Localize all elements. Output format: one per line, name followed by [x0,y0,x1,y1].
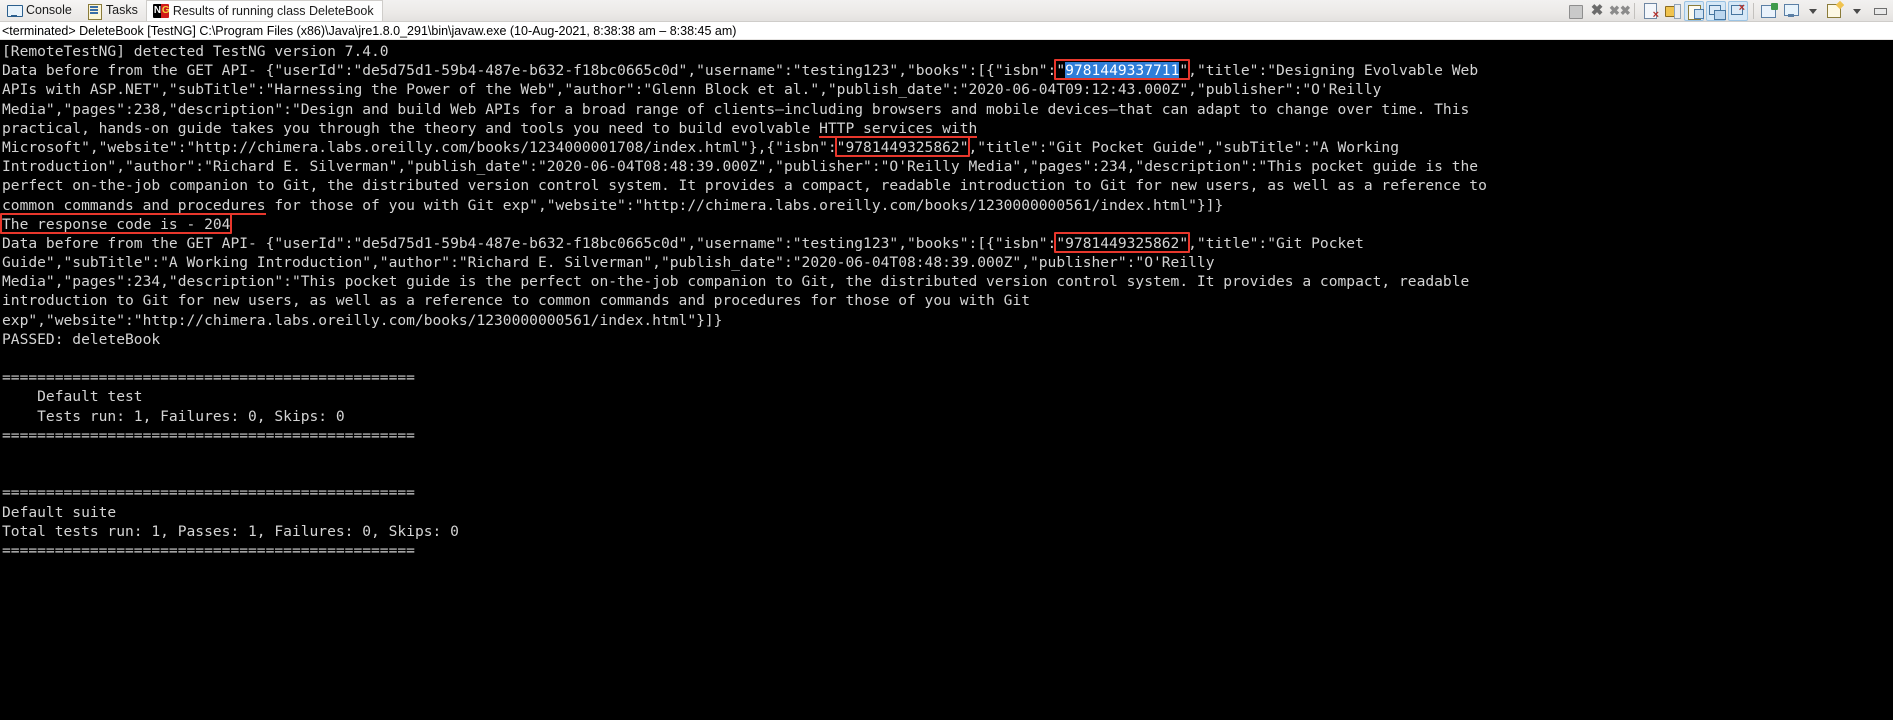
toolbar-separator-1 [1634,3,1635,19]
tab-tasks-label: Tasks [105,3,138,17]
console-line: introduction to Git for new users, as we… [2,292,1030,310]
console-line: Guide","subTitle":"A Working Introductio… [2,254,1215,272]
console-line: Media","pages":238,"description":"Design… [2,100,1470,118]
console-view-tabbar: Console Tasks NG Results of running clas… [0,0,1893,22]
testng-icon: NG [152,3,170,19]
pin-console-button[interactable] [1759,1,1779,21]
console-line: exp","website":"http://chimera.labs.orei… [2,311,723,329]
selected-isbn-highlight: 9781449337711 [1065,62,1180,80]
remove-all-terminated-button[interactable]: ✖✖ [1609,1,1631,21]
tab-testng-results-label: Results of running class DeleteBook [172,3,374,18]
scroll-lock-button[interactable] [1662,1,1682,21]
console-toolbar: ✖ ✖✖ [1565,0,1889,22]
console-line: Introduction","author":"Richard E. Silve… [2,158,1479,176]
display-console-dropdown[interactable] [1803,1,1823,21]
console-line: practical, hands-on guide takes you thro… [2,119,978,137]
tab-testng-results[interactable]: NG Results of running class DeleteBook [145,0,383,21]
console-line: ========================================… [2,369,415,387]
console-line: PASSED: deleteBook [2,330,161,348]
console-line: Microsoft","website":"http://chimera.lab… [2,138,1400,156]
tab-tasks[interactable]: Tasks [79,0,146,21]
display-selected-console-button[interactable] [1781,1,1801,21]
show-console-on-output-button[interactable] [1706,1,1726,21]
console-line: ========================================… [2,484,415,502]
console-line: common commands and procedures for those… [2,196,1224,214]
console-line: perfect on-the-job companion to Git, the… [2,177,1487,195]
console-line: Default test [2,388,143,406]
tasks-icon [86,3,102,20]
toolbar-separator-2 [1753,3,1754,19]
minimize-view-button[interactable] [1869,1,1889,21]
show-console-on-error-button[interactable] [1728,1,1748,21]
open-console-button[interactable] [1825,1,1845,21]
console-line: The response code is - 204 [2,215,231,233]
tab-console-label: Console [26,3,72,17]
console-line: Default suite [2,503,117,521]
console-line: Data before from the GET API- {"userId":… [2,62,1479,80]
console-line: APIs with ASP.NET","subTitle":"Harnessin… [2,81,1382,99]
word-wrap-button[interactable] [1684,1,1704,21]
process-header: <terminated> DeleteBook [TestNG] C:\Prog… [0,22,1893,40]
terminate-button[interactable] [1565,1,1585,21]
console-icon [6,3,23,19]
console-line: ========================================… [2,426,415,444]
console-output[interactable]: [RemoteTestNG] detected TestNG version 7… [0,40,1893,719]
console-line: ========================================… [2,541,415,559]
console-line: Tests run: 1, Failures: 0, Skips: 0 [2,407,345,425]
clear-console-button[interactable] [1640,1,1660,21]
tab-console[interactable]: Console [0,0,80,21]
remove-launch-button[interactable]: ✖ [1587,1,1607,21]
open-console-dropdown[interactable] [1847,1,1867,21]
console-line: Total tests run: 1, Passes: 1, Failures:… [2,522,459,540]
console-line: Data before from the GET API- {"userId":… [2,234,1364,252]
console-line: Media","pages":234,"description":"This p… [2,273,1470,291]
console-line: [RemoteTestNG] detected TestNG version 7… [2,43,389,60]
